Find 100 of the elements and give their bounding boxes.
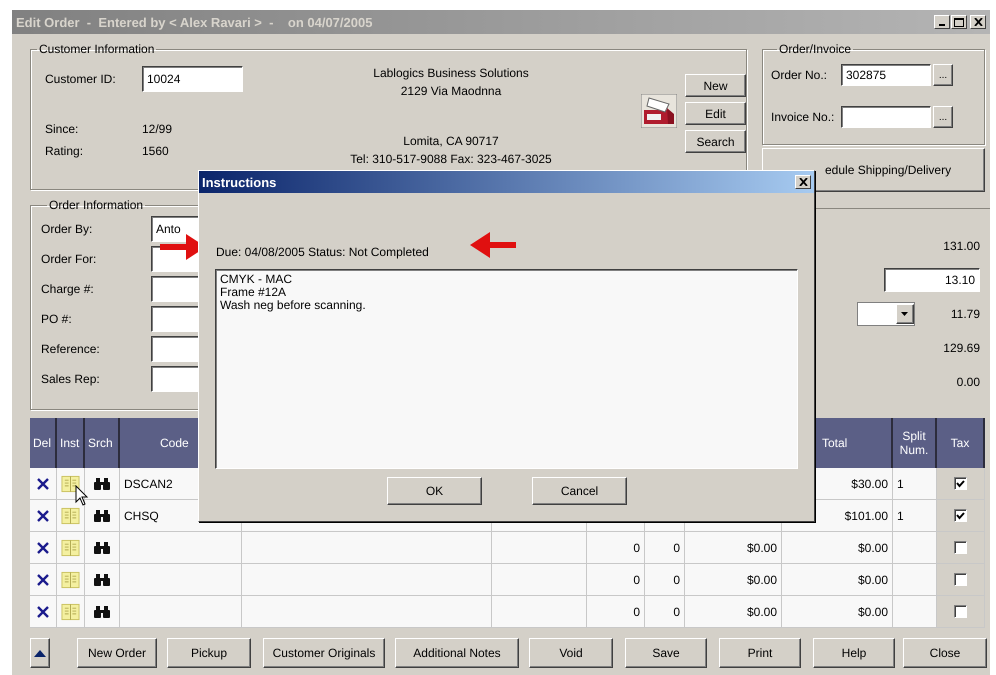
dropdown-button[interactable] <box>896 304 914 324</box>
panel-legend: Order/Invoice <box>777 42 854 56</box>
toolbar-button[interactable]: New Order <box>77 638 157 668</box>
toolbar-button[interactable]: Help <box>813 638 895 668</box>
table-cell: 0 <box>645 532 685 564</box>
table-cell: $0.00 <box>782 596 893 628</box>
dialog-button[interactable]: OK <box>387 477 482 505</box>
input-field[interactable]: Anto <box>151 216 201 242</box>
dialog-button[interactable]: Cancel <box>532 477 627 505</box>
note-line: CMYK - MAC <box>220 273 293 286</box>
binoculars-icon[interactable] <box>94 572 110 586</box>
company-street: 2129 Via Maodnna <box>400 83 502 100</box>
maximize-icon <box>954 18 964 26</box>
toolbar-button[interactable]: Additional Notes <box>395 638 519 668</box>
field-label: Sales Rep: <box>41 372 101 386</box>
table-cell: $0.00 <box>782 532 893 564</box>
customer-id-field[interactable]: 10024 <box>142 66 243 92</box>
table-cell: $0.00 <box>685 564 782 596</box>
table-cell: $0.00 <box>782 564 893 596</box>
binoculars-icon[interactable] <box>94 604 110 618</box>
caret-icon <box>901 312 908 316</box>
delete-icon[interactable] <box>36 508 50 522</box>
table-cell: 0 <box>645 596 685 628</box>
tax-checkbox[interactable] <box>954 477 967 490</box>
tax-dropdown[interactable] <box>856 302 915 326</box>
minimize-button[interactable] <box>934 15 950 29</box>
input-field[interactable] <box>151 276 201 302</box>
input-field[interactable] <box>151 336 201 362</box>
browse-button[interactable]: ... <box>933 64 953 86</box>
close-button[interactable] <box>970 15 986 29</box>
customer-button[interactable]: Search <box>685 130 746 153</box>
field-label: Order By: <box>41 222 94 236</box>
tax-checkbox[interactable] <box>954 573 967 586</box>
binoculars-icon[interactable] <box>94 508 110 522</box>
company-city: Lomita, CA 90717 <box>402 133 500 150</box>
field-label: Order No.: <box>771 68 828 82</box>
company-phone: Tel: 310-517-9088 Fax: 323-467-3025 <box>349 151 553 168</box>
panel-legend: Order Information <box>47 198 146 212</box>
total-value: 0.00 <box>956 375 980 389</box>
card-file-icon[interactable] <box>641 94 677 128</box>
status-text: Due: 04/08/2005 Status: Not Completed <box>216 245 429 259</box>
delete-icon[interactable] <box>36 604 50 618</box>
table-cell: 1 <box>893 500 937 532</box>
table-cell: 0 <box>645 564 685 596</box>
binoculars-icon[interactable] <box>94 476 110 490</box>
column-header: Split Num. <box>893 418 937 468</box>
order-number-field[interactable]: 302875 <box>841 64 931 86</box>
close-icon <box>798 178 808 186</box>
tax-checkbox[interactable] <box>954 541 967 554</box>
toolbar-button[interactable]: Close <box>903 638 987 668</box>
note-line: Frame #12A <box>220 286 288 299</box>
field-label: Order For: <box>41 252 98 266</box>
binoculars-icon[interactable] <box>94 540 110 554</box>
tax-checkbox[interactable] <box>954 509 967 522</box>
table-cell: $0.00 <box>685 532 782 564</box>
column-header: Srch <box>85 418 120 468</box>
field-label: Charge #: <box>41 282 95 296</box>
panel-legend: Customer Information <box>37 42 156 56</box>
toolbar-button[interactable]: Print <box>719 638 801 668</box>
toolbar-button[interactable]: Customer Originals <box>263 638 385 668</box>
customer-button[interactable]: New <box>685 74 746 97</box>
check-icon <box>956 512 965 520</box>
input-field[interactable] <box>151 306 201 332</box>
browse-button[interactable]: ... <box>933 106 953 128</box>
up-arrow-icon <box>34 650 46 656</box>
company-name: Lablogics Business Solutions <box>372 65 530 82</box>
maximize-button[interactable] <box>951 15 967 29</box>
column-header: Tax <box>937 418 985 468</box>
column-header: Inst <box>57 418 85 468</box>
table-cell: 1 <box>893 468 937 500</box>
field-label: Rating: <box>45 144 84 158</box>
invoice-number-field[interactable] <box>841 106 931 128</box>
delete-icon[interactable] <box>36 572 50 586</box>
tax-checkbox[interactable] <box>954 605 967 618</box>
total-value: 11.79 <box>950 307 980 321</box>
notebook-icon[interactable] <box>61 474 80 494</box>
column-header: Del <box>30 418 57 468</box>
close-icon <box>974 18 982 26</box>
discount-field[interactable]: 13.10 <box>884 268 980 292</box>
toolbar-button[interactable]: Pickup <box>167 638 251 668</box>
rating-value: 1560 <box>142 144 169 158</box>
window-title: Edit Order - Entered by < Alex Ravari > - on 04/07/2005 <box>16 14 374 30</box>
notes-box[interactable]: CMYK - MAC Frame #12A Wash neg before scanning. <box>215 269 798 469</box>
since-value: 12/99 <box>142 122 172 136</box>
delete-icon[interactable] <box>36 540 50 554</box>
table-cell: 0 <box>587 564 645 596</box>
delete-icon[interactable] <box>36 476 50 490</box>
field-label: PO #: <box>41 312 73 326</box>
dialog-title: Instructions <box>202 174 278 190</box>
total-value: 129.69 <box>943 341 980 355</box>
close-button[interactable] <box>795 175 811 189</box>
field-label: Customer ID: <box>45 72 117 86</box>
table-cell: $0.00 <box>685 596 782 628</box>
toolbar-button[interactable]: Save <box>625 638 707 668</box>
input-field[interactable] <box>151 366 201 392</box>
toolbar-button[interactable]: Void <box>529 638 613 668</box>
customer-button[interactable]: Edit <box>685 102 746 125</box>
scroll-up-button[interactable] <box>30 638 50 668</box>
field-label: Since: <box>45 122 80 136</box>
note-line: Wash neg before scanning. <box>220 299 367 312</box>
